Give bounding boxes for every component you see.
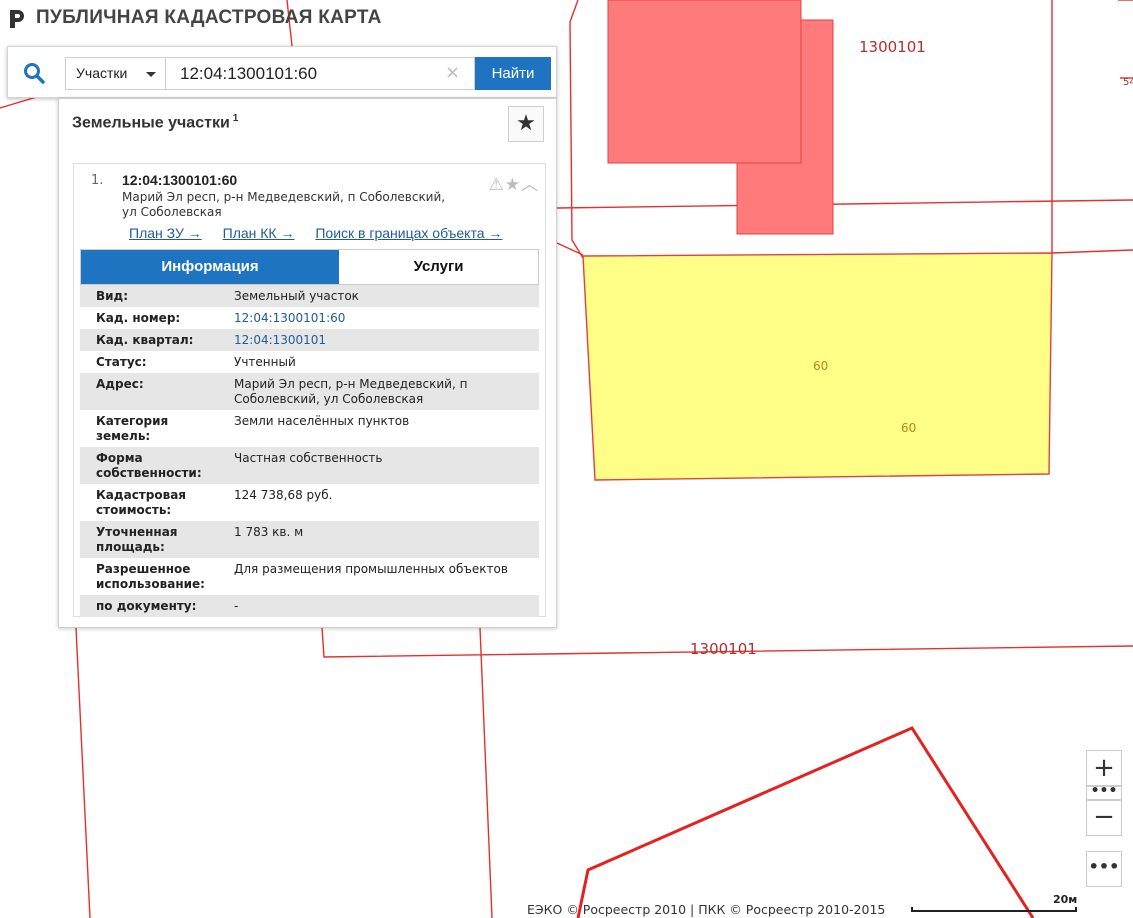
result-tabs: Информация Услуги [80,249,539,285]
table-row: Кадастровая стоимость: 124 738,68 руб. [80,484,539,521]
table-row: Уточненная площадь: 1 783 кв. м [80,521,539,558]
parcel-label: 60 [813,359,829,373]
link-search-within[interactable]: Поиск в границах объекта → [315,225,502,241]
property-key: Категория земель: [96,414,169,443]
table-row: Кад. номер: 12:04:1300101:60 [80,307,539,329]
search-type-label: Участки [76,65,128,81]
scale-bar [911,907,1077,912]
property-value-link[interactable]: 12:04:1300101 [230,329,539,351]
property-key: Кадастровая стоимость: [96,488,186,517]
table-row: Форма собственности: Частная собственнос… [80,447,539,484]
table-row: Кад. квартал: 12:04:1300101 [80,329,539,351]
building [607,0,802,164]
boundary-line [556,242,584,256]
property-key: Форма собственности: [80,447,230,484]
table-row: Вид: Земельный участок [80,285,539,307]
find-button[interactable]: Найти [475,57,551,90]
tab-information[interactable]: Информация [81,250,339,284]
boundary-line [556,199,1133,209]
property-key: Вид: [80,285,230,307]
scale-label: 20м [1053,893,1078,906]
quarter-label: 1300101 [859,38,926,56]
result-address: Марий Эл респ, р-н Медведевский, п Собол… [122,190,446,219]
property-key: Разрешенное использование: [96,562,205,591]
property-key: Уточненная площадь: [80,521,230,558]
cadastral-number: 12:04:1300101:60 [122,172,238,188]
table-row: Категория земель: Земли населённых пункт… [80,410,539,447]
boundary-line [479,627,493,918]
property-value: Марий Эл респ, р-н Медведевский, п Собол… [230,373,539,410]
property-value: Частная собственность [230,447,539,484]
app-title: ПУБЛИЧНАЯ КАДАСТРОВАЯ КАРТА [36,7,382,28]
logo-icon [10,10,24,28]
boundary-line [75,627,91,918]
table-row: Статус: Учтенный [80,351,539,373]
search-type-select[interactable]: Участки [65,57,166,90]
property-value: Учтенный [234,355,296,369]
result-card: 1. 12:04:1300101:60 Марий Эл респ, р-н М… [73,163,546,617]
favorites-button[interactable]: ★ [508,106,544,142]
panel-title-text: Земельные участки [72,114,230,132]
boundary-line [569,0,584,259]
close-icon[interactable]: × [445,62,460,84]
tab-services[interactable]: Услуги [339,250,538,284]
result-count: 1 [232,113,239,124]
property-key: Адрес: [80,373,230,410]
property-value: - [230,595,539,617]
property-key: Кад. номер: [96,311,181,325]
property-value: Земельный участок [230,285,539,307]
property-value-link[interactable]: 12:04:1300101:60 [230,307,539,329]
properties-table: Вид: Земельный участок Кад. номер: 12:04… [80,285,539,617]
zoom-out-button[interactable]: − [1086,800,1122,836]
edge-label: 54 [1123,77,1133,88]
boundary-line [1051,249,1133,254]
card-action-icons[interactable]: ⚠★︿ [489,170,539,195]
zoom-slider-handle[interactable]: ••• [1086,784,1122,800]
search-input[interactable] [166,57,475,90]
table-row: Адрес: Марий Эл респ, р-н Медведевский, … [80,373,539,410]
property-key: по документу: [80,595,230,617]
property-value: Для размещения промышленных объектов [234,562,508,576]
table-row: Разрешенное использование: Для размещени… [80,558,539,595]
result-index: 1. [91,173,104,188]
property-value: Земли населённых пунктов [234,414,410,428]
result-links: План ЗУ → План КК → Поиск в границах объ… [129,225,502,241]
panel-title: Земельные участки 1 [72,113,238,132]
boundary-line-bold [576,726,1035,918]
property-key: Кад. квартал: [80,329,230,351]
quarter-label: 1300101 [690,640,757,658]
chevron-down-icon [146,72,156,77]
link-plan-kk[interactable]: План КК → [223,225,295,241]
property-value: 1 783 кв. м [230,521,539,558]
results-panel: Земельные участки 1 ★ 1. 12:04:1300101:60… [58,98,557,628]
more-options-button[interactable]: ••• [1086,851,1122,887]
link-plan-zu[interactable]: План ЗУ → [129,225,202,241]
table-row: по документу: - [80,595,539,617]
search-icon[interactable] [22,61,46,85]
zoom-in-button[interactable]: + [1086,750,1122,786]
star-icon: ★ [516,111,536,136]
parcel-label: 60 [901,421,917,435]
property-value: 124 738,68 руб. [234,488,333,502]
map-attribution: ЕЭКО © Росреестр 2010 | ПКК © Росреестр … [527,902,886,917]
search-bar: Участки × Найти [7,46,557,98]
property-key: Статус: [96,355,147,369]
